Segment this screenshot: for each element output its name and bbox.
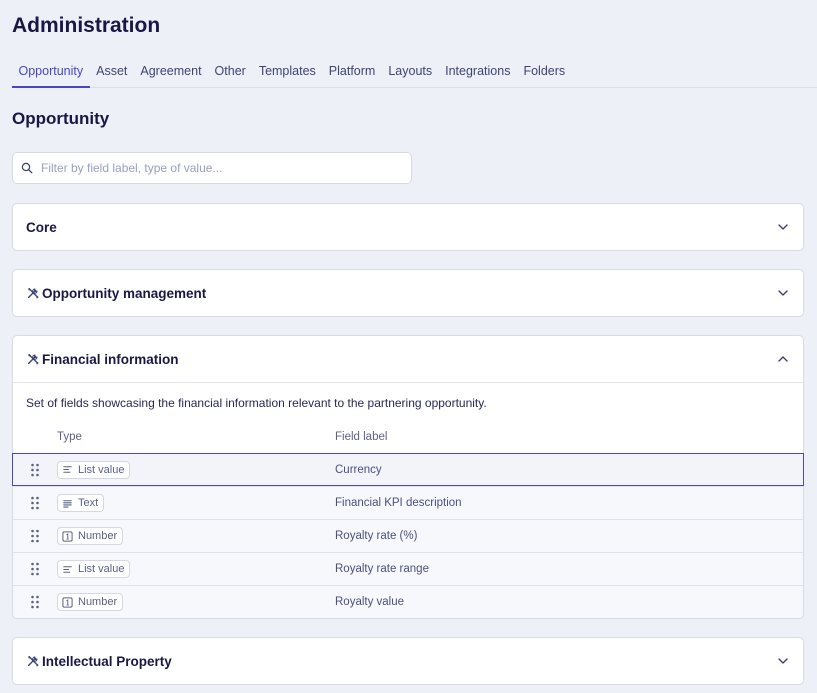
type-badge: List value xyxy=(57,460,131,479)
drag-handle-icon[interactable] xyxy=(13,529,57,543)
tools-icon xyxy=(26,352,40,366)
table-header: Type Field label xyxy=(13,420,803,453)
group-opportunity-management: Opportunity management xyxy=(12,269,804,317)
page-title: Administration xyxy=(12,14,161,37)
group-title: Intellectual Property xyxy=(42,653,172,669)
type-badge: Text xyxy=(57,494,105,512)
table-row[interactable]: List value Royalty rate range xyxy=(13,552,803,585)
type-badge-label: Number xyxy=(78,596,118,608)
type-cell: List value xyxy=(57,460,335,479)
search-box xyxy=(12,152,412,184)
text-icon xyxy=(62,498,73,509)
column-header-field-label: Field label xyxy=(335,430,388,443)
tab-bar: Opportunity Asset Agreement Other Templa… xyxy=(12,60,817,88)
number-icon xyxy=(62,531,73,542)
tab-other[interactable]: Other xyxy=(208,60,252,88)
type-badge-label: List value xyxy=(78,563,125,575)
group-opportunity-management-header[interactable]: Opportunity management xyxy=(13,270,803,316)
group-title: Financial information xyxy=(42,351,179,367)
tab-platform[interactable]: Platform xyxy=(322,60,382,88)
type-badge-label: List value xyxy=(78,463,125,476)
drag-handle-icon[interactable] xyxy=(13,463,57,477)
type-cell: Number xyxy=(57,527,335,545)
table-row[interactable]: Number Royalty value xyxy=(13,585,803,618)
field-label-cell: Financial KPI description xyxy=(335,497,462,509)
tab-folders[interactable]: Folders xyxy=(517,60,572,88)
group-description: Set of fields showcasing the financial i… xyxy=(26,396,487,410)
table-row[interactable]: Text Financial KPI description xyxy=(13,486,803,519)
number-icon xyxy=(62,597,73,608)
tab-integrations[interactable]: Integrations xyxy=(439,60,517,88)
group-core-header[interactable]: Core xyxy=(13,204,803,250)
chevron-down-icon[interactable] xyxy=(777,655,789,667)
type-badge: List value xyxy=(57,560,131,578)
chevron-up-icon[interactable] xyxy=(777,353,789,365)
drag-handle-icon[interactable] xyxy=(13,595,57,609)
chevron-down-icon[interactable] xyxy=(777,221,789,233)
tools-icon xyxy=(26,286,40,300)
group-financial-information-header[interactable]: Financial information xyxy=(13,336,803,382)
drag-handle-icon[interactable] xyxy=(13,496,57,510)
group-title: Core xyxy=(26,219,57,235)
tab-opportunity[interactable]: Opportunity xyxy=(12,60,90,88)
tab-agreement[interactable]: Agreement xyxy=(134,60,208,88)
table-row[interactable]: Number Royalty rate (%) xyxy=(13,519,803,552)
field-label-cell: Royalty value xyxy=(335,596,405,608)
drag-handle-icon[interactable] xyxy=(13,562,57,576)
type-cell: Text xyxy=(57,494,335,512)
tab-templates[interactable]: Templates xyxy=(252,60,322,88)
group-core: Core xyxy=(12,203,804,251)
group-intellectual-property-header[interactable]: Intellectual Property xyxy=(13,638,803,684)
tab-asset[interactable]: Asset xyxy=(90,60,134,88)
tools-icon xyxy=(26,654,40,668)
group-financial-information: Financial information Set of fields show… xyxy=(12,335,804,619)
type-cell: Number xyxy=(57,593,335,611)
type-badge-label: Text xyxy=(78,497,99,509)
type-badge: Number xyxy=(57,527,124,545)
table-row[interactable]: List value Currency xyxy=(12,453,804,486)
field-label-cell: Currency xyxy=(335,463,382,476)
type-badge-label: Number xyxy=(78,530,118,542)
field-label-cell: Royalty rate (%) xyxy=(335,530,418,542)
search-icon xyxy=(21,162,33,174)
type-cell: List value xyxy=(57,560,335,578)
column-header-type: Type xyxy=(57,430,82,443)
group-body: Set of fields showcasing the financial i… xyxy=(12,382,804,618)
group-intellectual-property: Intellectual Property xyxy=(12,637,804,685)
list-icon xyxy=(62,564,73,575)
search-input[interactable] xyxy=(41,161,401,175)
type-badge: Number xyxy=(57,593,124,611)
chevron-down-icon[interactable] xyxy=(777,287,789,299)
section-title: Opportunity xyxy=(12,109,110,128)
field-label-cell: Royalty rate range xyxy=(335,563,429,575)
group-title: Opportunity management xyxy=(42,285,207,301)
tab-layouts[interactable]: Layouts xyxy=(382,60,439,88)
list-icon xyxy=(62,464,73,475)
